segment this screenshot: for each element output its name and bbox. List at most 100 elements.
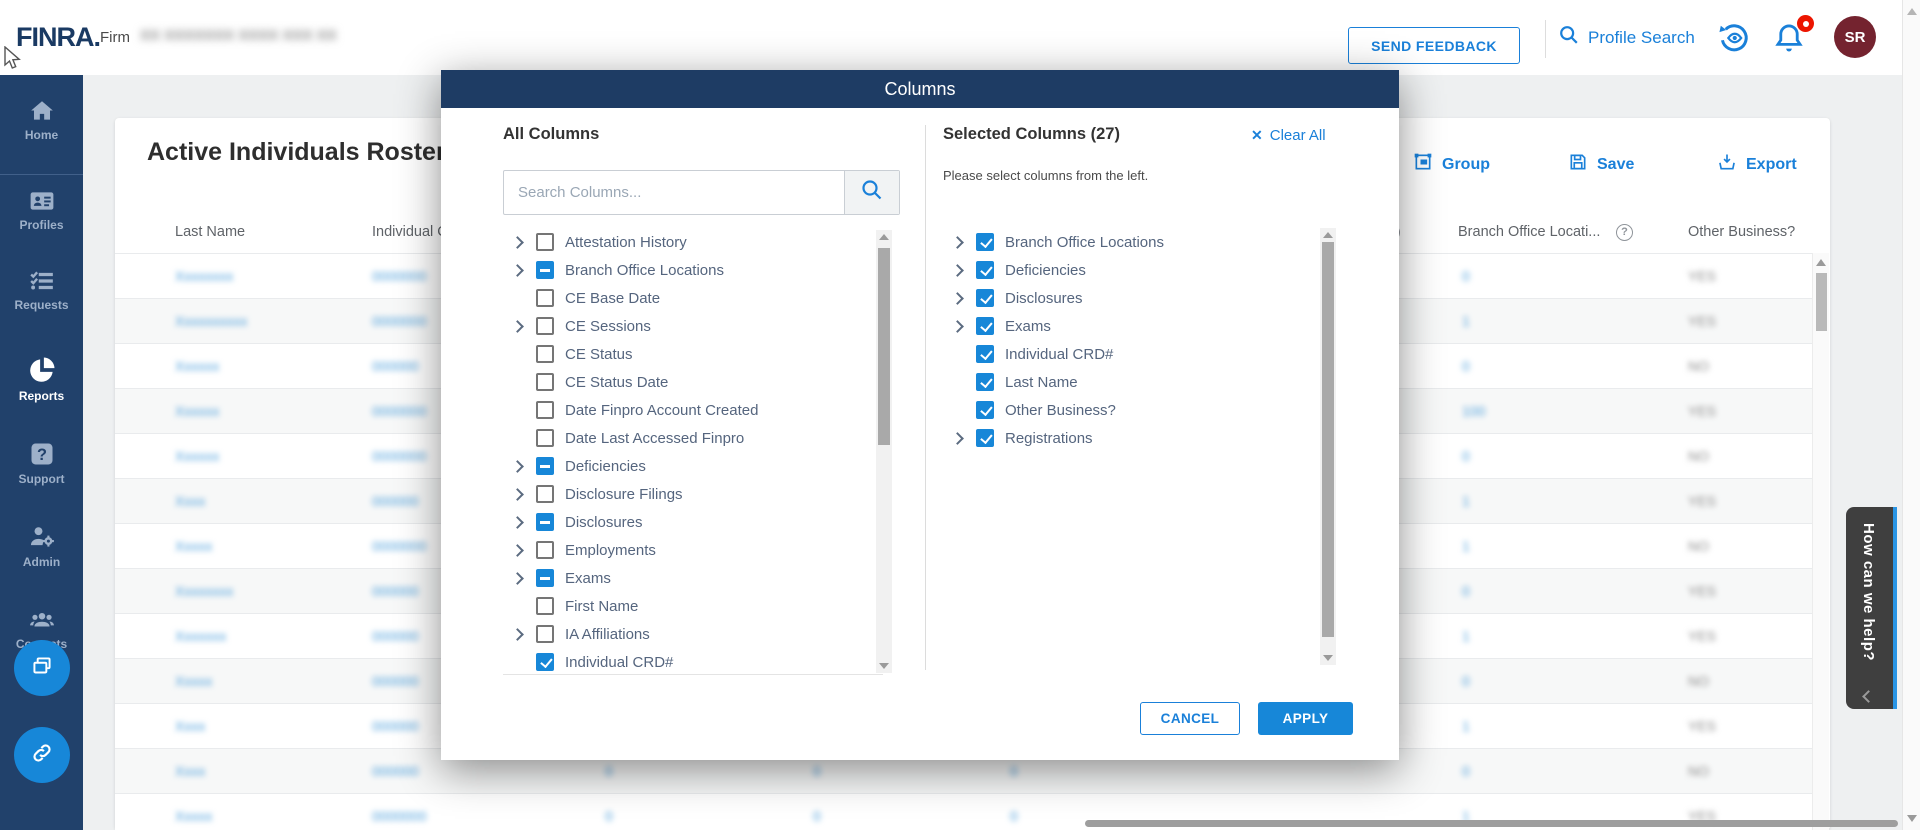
scroll-up-arrow[interactable] (1816, 259, 1826, 266)
crd-link[interactable]: 0000000 (372, 254, 427, 299)
scroll-down-arrow[interactable] (1907, 815, 1917, 822)
crd-link[interactable]: 0000000 (372, 794, 427, 830)
crd-link[interactable]: 000000 (372, 344, 419, 389)
help-widget-tab[interactable]: How can we help? (1846, 507, 1897, 709)
tree-item[interactable]: First Name (503, 592, 883, 620)
tree-item[interactable]: Disclosures (503, 508, 883, 536)
chevron-right-icon[interactable] (511, 319, 525, 333)
tree-item[interactable]: Disclosure Filings (503, 480, 883, 508)
help-icon[interactable]: ? (1616, 224, 1633, 241)
checkbox-checked[interactable] (976, 401, 994, 419)
scroll-up-arrow[interactable] (1323, 232, 1333, 238)
last-name-link[interactable]: Xxxxxx (175, 389, 219, 434)
checkbox-unchecked[interactable] (536, 597, 554, 615)
tree-item[interactable]: CE Sessions (503, 312, 883, 340)
chevron-right-icon[interactable] (511, 235, 525, 249)
checkbox-unchecked[interactable] (536, 541, 554, 559)
checkbox-checked[interactable] (976, 429, 994, 447)
tree-item[interactable]: Deficiencies (943, 256, 1323, 284)
page-scrollbar[interactable] (1902, 0, 1920, 830)
tree-item[interactable]: Attestation History (503, 228, 883, 256)
crd-link[interactable]: 0000000 (372, 434, 427, 479)
chevron-right-icon[interactable] (511, 543, 525, 557)
tree-item[interactable]: Disclosures (943, 284, 1323, 312)
last-name-link[interactable]: Xxxxx (175, 524, 212, 569)
crd-link[interactable]: 000000 (372, 614, 419, 659)
tree-item[interactable]: Deficiencies (503, 452, 883, 480)
sidebar-item-support[interactable]: ? Support (0, 440, 83, 486)
tree-item[interactable]: Exams (503, 564, 883, 592)
chevron-right-icon[interactable] (951, 263, 965, 277)
checkbox-checked[interactable] (976, 345, 994, 363)
scroll-thumb[interactable] (1322, 242, 1334, 637)
report-windows-fab-button[interactable] (14, 640, 70, 696)
group-button[interactable]: Group (1413, 152, 1490, 177)
last-name-link[interactable]: Xxxxxxxx (175, 254, 233, 299)
scroll-thumb[interactable] (878, 248, 890, 445)
scroll-up-arrow[interactable] (1907, 8, 1917, 15)
tree-item[interactable]: Date Last Accessed Finpro (503, 424, 883, 452)
branch-count-link[interactable]: 1 (1462, 299, 1470, 344)
chevron-right-icon[interactable] (511, 571, 525, 585)
checkbox-indeterminate[interactable] (536, 261, 554, 279)
chevron-right-icon[interactable] (951, 431, 965, 445)
apply-button[interactable]: APPLY (1258, 702, 1353, 735)
all-columns-scrollbar[interactable] (876, 230, 892, 673)
sidebar-item-reports[interactable]: Reports (0, 355, 83, 403)
checkbox-checked[interactable] (976, 317, 994, 335)
tree-item[interactable]: Date Finpro Account Created (503, 396, 883, 424)
recently-viewed-icon[interactable] (1716, 20, 1754, 58)
column-header-branch-office[interactable]: Branch Office Locati... (1458, 224, 1600, 240)
column-search-button[interactable] (844, 171, 899, 214)
checkbox-unchecked[interactable] (536, 401, 554, 419)
checkbox-unchecked[interactable] (536, 233, 554, 251)
checkbox-checked[interactable] (976, 261, 994, 279)
user-avatar[interactable]: SR (1834, 16, 1876, 58)
tree-item[interactable]: Individual CRD# (503, 648, 883, 675)
checkbox-indeterminate[interactable] (536, 457, 554, 475)
checkbox-checked[interactable] (976, 373, 994, 391)
send-feedback-button[interactable]: SEND FEEDBACK (1348, 27, 1520, 64)
chevron-right-icon[interactable] (951, 319, 965, 333)
tree-item[interactable]: CE Base Date (503, 284, 883, 312)
tree-item[interactable]: Individual CRD# (943, 340, 1323, 368)
tree-item[interactable]: CE Status Date (503, 368, 883, 396)
chevron-right-icon[interactable] (951, 235, 965, 249)
last-name-link[interactable]: Xxxxxxxxxx (175, 299, 247, 344)
tree-item[interactable]: Employments (503, 536, 883, 564)
branch-count-link[interactable]: 0 (1462, 254, 1470, 299)
branch-count-link[interactable]: 0 (1462, 434, 1470, 479)
last-name-link[interactable]: Xxxxxx (175, 434, 219, 479)
sidebar-item-requests[interactable]: Requests (0, 268, 83, 312)
chevron-right-icon[interactable] (511, 459, 525, 473)
quick-links-fab-button[interactable] (14, 727, 70, 783)
checkbox-checked[interactable] (976, 233, 994, 251)
last-name-link[interactable]: Xxxxx (175, 794, 212, 830)
horizontal-scrollbar-thumb[interactable] (1085, 820, 1898, 827)
branch-count-link[interactable]: 0 (1462, 344, 1470, 389)
branch-count-link[interactable]: 1 (1462, 704, 1470, 749)
save-button[interactable]: Save (1568, 152, 1634, 177)
tree-item[interactable]: Branch Office Locations (503, 256, 883, 284)
crd-link[interactable]: 0000000 (372, 299, 427, 344)
clear-all-button[interactable]: ✕ Clear All (1251, 127, 1326, 144)
checkbox-unchecked[interactable] (536, 289, 554, 307)
crd-link[interactable]: 000000 (372, 479, 419, 524)
count-link[interactable]: 0 (1010, 794, 1018, 830)
branch-count-link[interactable]: 0 (1462, 569, 1470, 614)
column-search-input[interactable] (504, 171, 844, 214)
finra-logo[interactable]: FINRA. (16, 22, 100, 53)
last-name-link[interactable]: Xxxxx (175, 659, 212, 704)
crd-link[interactable]: 000000 (372, 704, 419, 749)
chevron-right-icon[interactable] (511, 515, 525, 529)
tree-item[interactable]: Registrations (943, 424, 1323, 452)
checkbox-unchecked[interactable] (536, 429, 554, 447)
last-name-link[interactable]: Xxxx (175, 704, 205, 749)
last-name-link[interactable]: Xxxx (175, 749, 205, 794)
tree-item[interactable]: Other Business? (943, 396, 1323, 424)
checkbox-indeterminate[interactable] (536, 513, 554, 531)
branch-count-link[interactable]: 0 (1462, 749, 1470, 794)
branch-count-link[interactable]: 100 (1462, 389, 1485, 434)
checkbox-unchecked[interactable] (536, 373, 554, 391)
sidebar-item-admin[interactable]: Admin (0, 523, 83, 569)
